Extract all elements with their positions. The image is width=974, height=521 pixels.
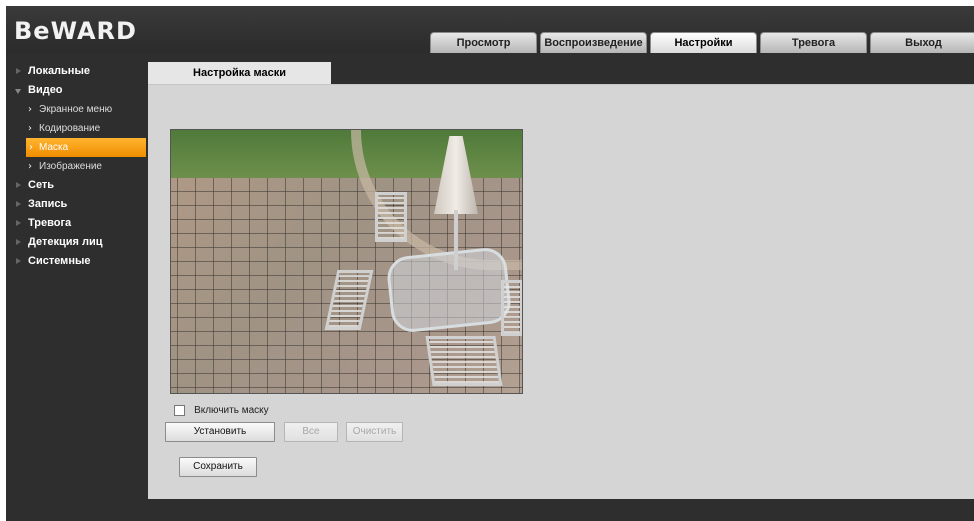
- sidebar-item-label: Сеть: [28, 179, 55, 191]
- sidebar-item-video[interactable]: Видео: [6, 81, 146, 100]
- enable-mask-row: Включить маску: [174, 404, 269, 418]
- beward-logo: BeWARD: [14, 17, 137, 45]
- chevron-right-icon: ›: [28, 161, 32, 172]
- set-button[interactable]: Установить: [165, 422, 275, 442]
- app-window: BeWARD Просмотр Воспроизведение Настройк…: [6, 6, 974, 521]
- tab-logout[interactable]: Выход: [870, 32, 974, 53]
- sidebar-item-label: Кодирование: [39, 123, 101, 134]
- sidebar-item-label: Маска: [39, 142, 69, 153]
- enable-mask-label: Включить маску: [194, 404, 269, 416]
- clear-button[interactable]: Очистить: [346, 422, 403, 442]
- sidebar-item-recording[interactable]: Запись: [6, 195, 146, 214]
- sidebar-item-label: Детекция лиц: [28, 236, 103, 248]
- sidebar-item-label: Запись: [28, 198, 68, 210]
- video-table: [385, 245, 513, 335]
- chevron-right-icon: ›: [28, 104, 32, 115]
- collapsed-arrow-icon: [16, 239, 21, 245]
- header: BeWARD Просмотр Воспроизведение Настройк…: [6, 6, 974, 53]
- collapsed-arrow-icon: [16, 258, 21, 264]
- sidebar-item-face-detection[interactable]: Детекция лиц: [6, 233, 146, 252]
- chevron-right-icon: ›: [29, 142, 33, 153]
- mask-settings-panel: Включить маску Установить Все Очистить С…: [148, 84, 974, 499]
- sidebar-item-local[interactable]: Локальные: [6, 62, 146, 81]
- collapsed-arrow-icon: [16, 68, 21, 74]
- collapsed-arrow-icon: [16, 182, 21, 188]
- collapsed-arrow-icon: [16, 220, 21, 226]
- expanded-arrow-icon: [15, 89, 21, 94]
- sidebar-item-label: Тревога: [28, 217, 72, 229]
- page-title-tab[interactable]: Настройка маски: [148, 62, 331, 84]
- sidebar-subitem-encoding[interactable]: › Кодирование: [6, 119, 146, 138]
- sidebar-item-system[interactable]: Системные: [6, 252, 146, 271]
- sidebar-subitem-mask[interactable]: › Маска: [26, 138, 146, 157]
- tab-playback[interactable]: Воспроизведение: [540, 32, 647, 53]
- enable-mask-checkbox[interactable]: [174, 404, 185, 416]
- footer: [6, 499, 974, 521]
- sidebar-item-network[interactable]: Сеть: [6, 176, 146, 195]
- sidebar-subitem-osd[interactable]: › Экранное меню: [6, 100, 146, 119]
- tab-alarm[interactable]: Тревога: [760, 32, 867, 53]
- sidebar: Локальные Видео › Экранное меню › Кодиро…: [6, 62, 146, 271]
- sidebar-item-label: Изображение: [39, 161, 102, 172]
- save-button[interactable]: Сохранить: [179, 457, 257, 477]
- sidebar-item-label: Системные: [28, 255, 91, 267]
- sidebar-item-label: Экранное меню: [39, 104, 113, 115]
- video-chair: [501, 280, 522, 336]
- select-all-button[interactable]: Все: [284, 422, 338, 442]
- sidebar-item-alarm[interactable]: Тревога: [6, 214, 146, 233]
- main-tabs: Просмотр Воспроизведение Настройки Трево…: [430, 32, 974, 54]
- sidebar-item-label: Локальные: [28, 65, 90, 77]
- video-chair: [425, 336, 503, 386]
- video-chair: [375, 192, 407, 242]
- video-umbrella-pole: [454, 210, 458, 270]
- sidebar-item-label: Видео: [28, 84, 63, 96]
- tab-settings[interactable]: Настройки: [650, 32, 757, 53]
- chevron-right-icon: ›: [28, 123, 32, 134]
- collapsed-arrow-icon: [16, 201, 21, 207]
- camera-video-preview[interactable]: [170, 129, 523, 394]
- sidebar-subitem-image[interactable]: › Изображение: [6, 157, 146, 176]
- tab-view[interactable]: Просмотр: [430, 32, 537, 53]
